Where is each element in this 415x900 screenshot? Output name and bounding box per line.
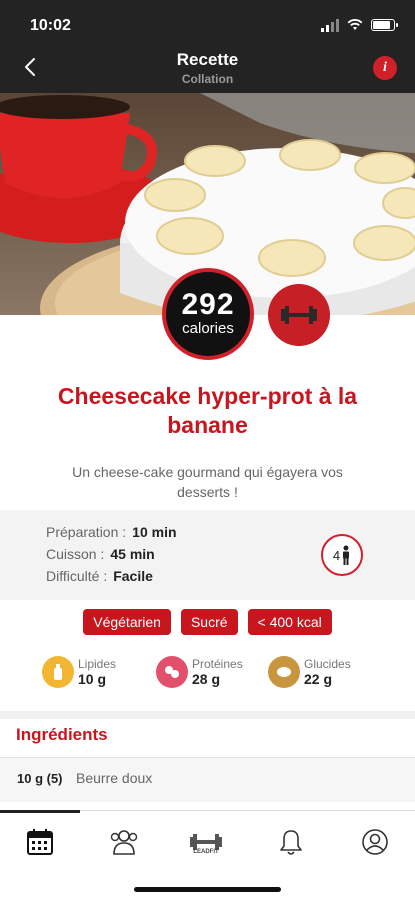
ingredients-heading: Ingrédients [16, 725, 108, 744]
prep-value: 10 min [132, 524, 177, 540]
info-button[interactable]: i [373, 56, 397, 80]
profile-icon [362, 829, 388, 855]
recipe-title: Cheesecake hyper-prot à la banane [57, 383, 358, 438]
ingredient-name: Beurre doux [76, 770, 153, 786]
dumbbell-icon [281, 306, 317, 324]
page-subtitle: Collation [181, 72, 234, 86]
info-icon: i [383, 60, 387, 75]
cook-value: 45 min [110, 546, 155, 562]
ingredient-qty: 10 g (5) [17, 771, 63, 786]
active-tab-indicator [0, 810, 80, 813]
difficulty-label: Difficulté : [46, 568, 108, 584]
person-icon [343, 545, 350, 565]
bottle-icon [42, 656, 74, 688]
category-badge [268, 284, 330, 346]
bread-icon [268, 656, 300, 688]
macro-glucides: Glucides 22 g [268, 656, 351, 688]
top-bar: 10:02 Recette Collation i [0, 0, 415, 93]
ingredient-row: 10 g (5) Beurre doux [0, 758, 415, 802]
nav-calendar[interactable] [23, 825, 57, 859]
calories-value: 292 [181, 288, 235, 321]
cook-time-row: Cuisson : 45 min [46, 546, 155, 562]
battery-icon [371, 19, 398, 31]
recipe-details: Préparation : 10 min Cuisson : 45 min Diff… [0, 510, 415, 600]
home-indicator [134, 887, 281, 892]
macro-lipides: Lipides 10 g [42, 656, 116, 688]
macro-label: Glucides [304, 657, 351, 671]
macro-lipides-text: Lipides 10 g [78, 657, 116, 687]
macro-proteines-text: Protéines 28 g [192, 657, 243, 687]
leadfit-logo-text: LEADFIT [193, 849, 219, 855]
signal-icon [321, 18, 339, 32]
nav-notifications[interactable] [274, 825, 308, 859]
wifi-icon [347, 19, 363, 30]
page-title: Recette [176, 50, 239, 69]
macro-proteines: Protéines 28 g [156, 656, 243, 688]
nav-community[interactable] [107, 825, 141, 859]
section-divider [0, 711, 415, 719]
macro-value: 22 g [304, 671, 333, 687]
macro-label: Protéines [192, 657, 243, 671]
calories-unit: calories [182, 320, 234, 337]
difficulty-row: Difficulté : Facile [46, 568, 153, 584]
servings-button[interactable]: 4 [321, 534, 363, 576]
calendar-icon [27, 829, 53, 855]
tag-sweet[interactable]: Sucré [180, 609, 238, 635]
prep-label: Préparation : [46, 524, 127, 540]
nav-profile[interactable] [358, 825, 392, 859]
users-icon [110, 830, 138, 855]
tag-vegetarian[interactable]: Végétarien [83, 609, 171, 635]
macro-label: Lipides [78, 657, 117, 671]
macro-glucides-text: Glucides 22 g [304, 657, 351, 687]
bottom-nav: LEADFIT [0, 810, 415, 900]
header-titles: Recette Collation [0, 50, 415, 86]
cook-label: Cuisson : [46, 546, 105, 562]
nav-leadfit[interactable]: LEADFIT [189, 825, 223, 859]
macros: Lipides 10 g Protéines 28 g Glucides 22 … [38, 656, 378, 696]
macro-value: 10 g [78, 671, 107, 687]
prep-time-row: Préparation : 10 min [46, 524, 177, 540]
status-bar: 10:02 [0, 15, 415, 39]
calories-badge: 292 calories [162, 268, 254, 360]
difficulty-value: Facile [113, 568, 153, 584]
macro-value: 28 g [192, 671, 221, 687]
status-time: 10:02 [30, 17, 71, 34]
tag-low-calorie[interactable]: < 400 kcal [247, 609, 332, 635]
meat-icon [156, 656, 188, 688]
bell-icon [280, 830, 302, 855]
status-icons [321, 18, 398, 32]
recipe-tags: Végétarien Sucré < 400 kcal [0, 609, 415, 635]
servings-count: 4 [332, 547, 341, 563]
recipe-description: Un cheese-cake gourmand qui égayera vos … [72, 464, 343, 500]
